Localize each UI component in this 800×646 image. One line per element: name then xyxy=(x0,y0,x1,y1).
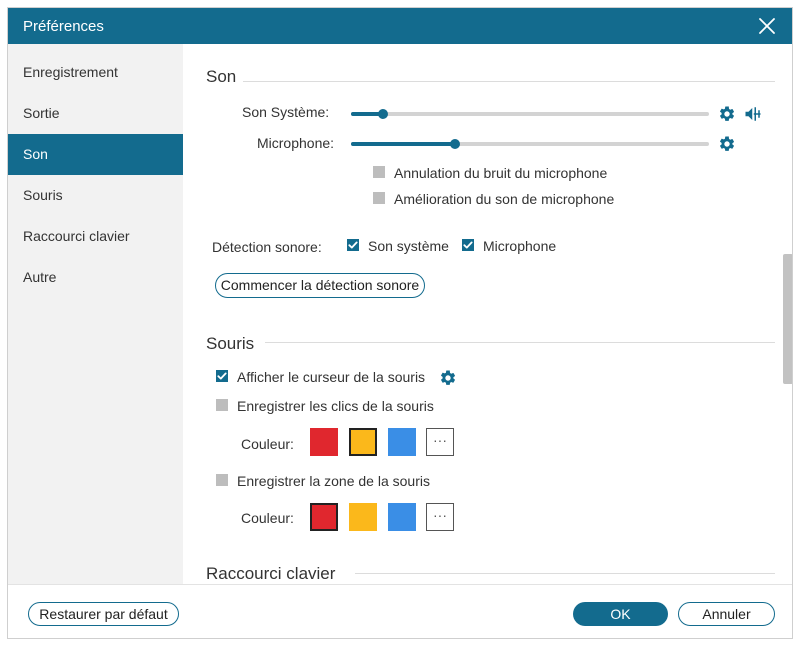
ok-button[interactable]: OK xyxy=(573,602,668,626)
section-title-son: Son xyxy=(206,67,237,86)
clicks-color-label: Couleur: xyxy=(241,436,294,452)
show-cursor-label: Afficher le curseur de la souris xyxy=(237,369,426,385)
zone-color-red-swatch[interactable] xyxy=(310,503,338,531)
dialog-footer: Restaurer par défaut OK Annuler xyxy=(8,584,792,638)
section-title-raccourci: Raccourci clavier xyxy=(206,564,336,583)
system-sound-slider[interactable] xyxy=(351,109,709,119)
content-scrollbar[interactable] xyxy=(783,254,792,384)
clicks-more-colors-button[interactable]: ··· xyxy=(426,428,454,456)
volume-icon[interactable] xyxy=(744,105,762,123)
start-detection-button[interactable]: Commencer la détection sonore xyxy=(215,273,425,298)
sidebar-item-label: Sortie xyxy=(23,105,60,121)
sidebar-item-souris[interactable]: Souris xyxy=(8,175,183,216)
cancel-button[interactable]: Annuler xyxy=(678,602,775,626)
settings-content: Son Son Système: Microphone: Annulation … xyxy=(183,44,792,584)
sidebar-item-label: Enregistrement xyxy=(23,64,118,80)
sidebar-item-sortie[interactable]: Sortie xyxy=(8,93,183,134)
restore-defaults-button[interactable]: Restaurer par défaut xyxy=(28,602,179,626)
sidebar-item-autre[interactable]: Autre xyxy=(8,257,183,298)
noise-cancel-checkbox[interactable] xyxy=(373,166,385,178)
enhance-checkbox[interactable] xyxy=(373,192,385,204)
noise-cancel-label: Annulation du bruit du microphone xyxy=(394,165,608,181)
sidebar-item-enregistrement[interactable]: Enregistrement xyxy=(8,52,183,93)
microphone-slider[interactable] xyxy=(351,139,709,149)
section-divider xyxy=(243,81,775,82)
microphone-slider-fill xyxy=(351,142,455,146)
detection-system-label: Son système xyxy=(368,238,449,254)
sidebar-item-raccourci-clavier[interactable]: Raccourci clavier xyxy=(8,216,183,257)
title-bar: Préférences xyxy=(8,8,792,44)
section-divider xyxy=(265,342,775,343)
clicks-color-blue-swatch[interactable] xyxy=(388,428,416,456)
section-title-souris: Souris xyxy=(206,334,255,353)
record-clicks-checkbox[interactable] xyxy=(216,399,228,411)
checkmark-icon xyxy=(217,372,227,380)
sidebar-item-label: Souris xyxy=(23,187,63,203)
gear-icon[interactable] xyxy=(718,105,736,123)
record-zone-checkbox[interactable] xyxy=(216,474,228,486)
system-sound-slider-knob[interactable] xyxy=(378,109,389,119)
detection-mic-checkbox[interactable] xyxy=(462,239,474,251)
checkmark-icon xyxy=(463,241,473,249)
zone-color-label: Couleur: xyxy=(241,510,294,526)
gear-icon[interactable] xyxy=(439,369,457,387)
show-cursor-checkbox[interactable] xyxy=(216,370,228,382)
microphone-slider-knob[interactable] xyxy=(449,139,460,149)
enhance-label: Amélioration du son de microphone xyxy=(394,191,615,207)
zone-more-colors-button[interactable]: ··· xyxy=(426,503,454,531)
detection-mic-label: Microphone xyxy=(483,238,557,254)
clicks-color-red-swatch[interactable] xyxy=(310,428,338,456)
system-sound-label: Son Système: xyxy=(242,104,330,120)
clicks-color-yellow-swatch[interactable] xyxy=(349,428,377,456)
sidebar: Enregistrement Sortie Son Souris Raccour… xyxy=(8,44,183,584)
gear-icon[interactable] xyxy=(718,135,736,153)
detection-label: Détection sonore: xyxy=(212,239,322,255)
zone-color-yellow-swatch[interactable] xyxy=(349,503,377,531)
sidebar-item-label: Son xyxy=(23,146,48,162)
sidebar-item-label: Raccourci clavier xyxy=(23,228,130,244)
record-zone-label: Enregistrer la zone de la souris xyxy=(237,473,430,489)
checkmark-icon xyxy=(348,241,358,249)
microphone-label: Microphone: xyxy=(257,135,335,151)
section-divider xyxy=(355,573,775,574)
detection-system-checkbox[interactable] xyxy=(347,239,359,251)
dialog-title: Préférences xyxy=(23,18,104,35)
record-clicks-label: Enregistrer les clics de la souris xyxy=(237,398,434,414)
preferences-dialog: Préférences Enregistrement Sortie Son So… xyxy=(7,7,793,639)
more-icon: ··· xyxy=(433,507,447,523)
more-icon: ··· xyxy=(433,432,447,448)
sidebar-item-label: Autre xyxy=(23,269,57,285)
close-icon[interactable] xyxy=(758,17,776,35)
sidebar-item-son[interactable]: Son xyxy=(8,134,183,175)
zone-color-blue-swatch[interactable] xyxy=(388,503,416,531)
